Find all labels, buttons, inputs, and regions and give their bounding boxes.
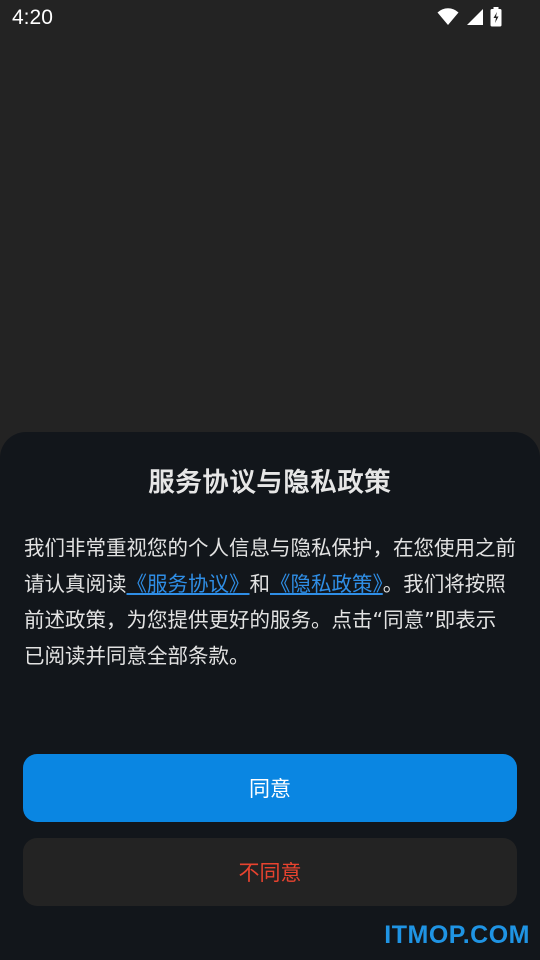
disagree-button-label: 不同意 xyxy=(238,861,302,885)
watermark-logo: ITMOP.COM xyxy=(384,921,530,949)
disagree-button[interactable]: 不同意 xyxy=(23,838,517,906)
agreement-dialog: 服务协议与隐私政策 我们非常重视您的个人信息与隐私保护，在您使用之前请认真阅读《… xyxy=(0,432,540,960)
agree-button-label: 同意 xyxy=(249,777,291,801)
privacy-policy-link[interactable]: 《隐私政策》 xyxy=(270,572,383,596)
status-bar: 4:20 xyxy=(0,0,540,38)
status-icons xyxy=(437,7,502,27)
signal-icon xyxy=(465,8,484,26)
status-time: 4:20 xyxy=(12,6,53,29)
wifi-icon xyxy=(437,8,459,26)
dialog-title: 服务协议与隐私政策 xyxy=(148,468,392,498)
message-text-and: 和 xyxy=(249,572,271,596)
agree-button[interactable]: 同意 xyxy=(23,754,517,822)
app-screen: 4:20 服务协议与隐私政策 我们非常重视您的个人信息与隐私保护，在您使用之前请… xyxy=(0,0,540,960)
battery-charging-icon xyxy=(490,7,502,27)
terms-of-service-link[interactable]: 《服务协议》 xyxy=(127,572,250,596)
dialog-message: 我们非常重视您的个人信息与隐私保护，在您使用之前请认真阅读《服务协议》和《隐私政… xyxy=(24,530,516,674)
